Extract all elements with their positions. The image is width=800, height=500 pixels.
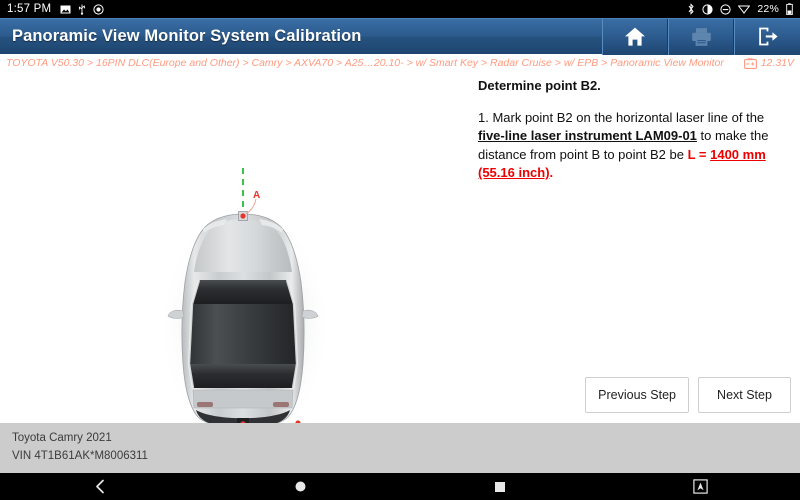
- circle-icon: [295, 481, 305, 492]
- step-button-group: Previous Step Next Step: [585, 377, 791, 413]
- instrument-name: five-line laser instrument LAM09-01: [478, 128, 697, 144]
- square-icon: [495, 481, 505, 492]
- panoramic-view-calibration-diagram: A B B2: [132, 168, 370, 423]
- nav-back-button[interactable]: [0, 473, 200, 500]
- vehicle-info-footer: Toyota Camry 2021 VIN 4T1B61AK*M8006311: [0, 423, 800, 473]
- instruction-body: 1. Mark point B2 on the horizontal laser…: [478, 109, 792, 183]
- instruction-step-prefix: 1. Mark point B2 on the horizontal laser…: [478, 110, 765, 125]
- chevron-left-icon: [95, 479, 104, 494]
- status-left-icons: [60, 3, 104, 15]
- app-header: Panoramic View Monitor System Calibratio…: [0, 18, 800, 55]
- print-button[interactable]: [668, 18, 734, 55]
- app-root: 1:57 PM 22% Panoramic View Monitor Syste…: [0, 0, 800, 500]
- battery-voltage-icon: [743, 57, 757, 69]
- vehicle-taillight-left: [197, 402, 213, 407]
- exit-icon: [758, 27, 778, 46]
- minus-circle-icon: [720, 3, 731, 15]
- exit-button[interactable]: [734, 18, 800, 55]
- image-icon: [60, 5, 71, 13]
- diagram-pane: A B B2: [0, 72, 470, 423]
- previous-step-button[interactable]: Previous Step: [585, 377, 689, 413]
- vehicle-vin: VIN 4T1B61AK*M8006311: [12, 449, 148, 462]
- android-nav-bar: [0, 473, 800, 500]
- contrast-icon: [702, 3, 713, 15]
- android-status-bar: 1:57 PM 22%: [0, 0, 800, 18]
- instruction-pane: Determine point B2. 1. Mark point B2 on …: [470, 72, 800, 423]
- nav-home-button[interactable]: [200, 473, 400, 500]
- vehicle-rear-window: [189, 364, 297, 388]
- status-right-icons: 22%: [687, 3, 793, 15]
- nav-screenshot-button[interactable]: [600, 473, 800, 500]
- page-title: Panoramic View Monitor System Calibratio…: [12, 27, 362, 45]
- vehicle-windshield: [192, 280, 294, 304]
- vehicle-name: Toyota Camry 2021: [12, 432, 112, 444]
- do-not-disturb-icon: [93, 3, 104, 15]
- voltage-indicator: 12.31V: [743, 57, 794, 69]
- vehicle-taillight-right: [273, 402, 289, 407]
- status-clock: 1:57 PM: [7, 3, 52, 15]
- next-step-button[interactable]: Next Step: [698, 377, 791, 413]
- nav-recents-button[interactable]: [400, 473, 600, 500]
- breadcrumb-path: TOYOTA V50.30 > 16PIN DLC(Europe and Oth…: [6, 57, 724, 69]
- screenshot-icon: [692, 479, 708, 494]
- home-icon: [625, 27, 645, 46]
- battery-percent-label: 22%: [757, 3, 779, 15]
- usb-icon: [79, 3, 86, 15]
- point-A-label: A: [253, 190, 260, 201]
- vehicle-roof: [189, 304, 297, 364]
- home-button[interactable]: [602, 18, 668, 55]
- voltage-label: 12.31V: [760, 57, 794, 69]
- instruction-title: Determine point B2.: [478, 78, 601, 93]
- wifi-icon: [738, 5, 751, 14]
- printer-icon: [691, 27, 711, 46]
- main-content: A B B2: [0, 72, 800, 423]
- breadcrumb: TOYOTA V50.30 > 16PIN DLC(Europe and Oth…: [0, 54, 800, 72]
- distance-value-suffix: .: [549, 165, 554, 181]
- bluetooth-icon: [688, 3, 695, 15]
- distance-value-prefix: L =: [687, 146, 711, 162]
- header-button-group: [602, 18, 800, 55]
- battery-icon: [786, 3, 793, 15]
